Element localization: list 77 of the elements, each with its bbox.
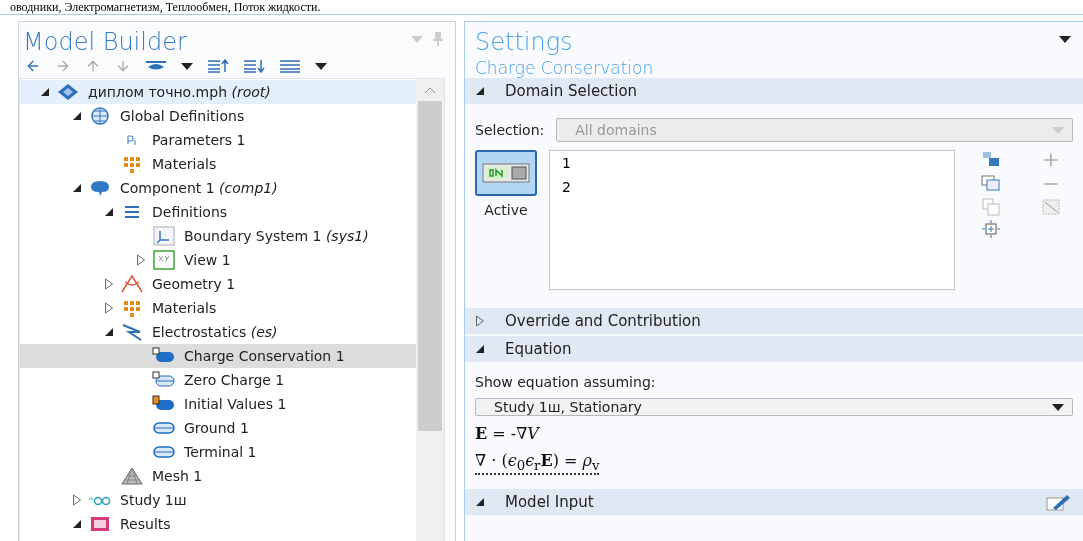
section-header[interactable]: Equation	[465, 336, 1083, 362]
collapse-icon[interactable]	[475, 86, 485, 96]
panel-menu-icon[interactable]	[1059, 35, 1071, 43]
switch-icon	[482, 163, 530, 183]
section-header[interactable]: Override and Contribution	[465, 308, 1083, 334]
results-icon	[88, 514, 112, 534]
equation: ∇ · (ϵ$_{0}$ϵ$_{r}$E) = ρ$_{v}$	[475, 451, 600, 476]
edit-table-icon[interactable]	[1045, 492, 1071, 513]
collapse-icon[interactable]	[72, 183, 82, 193]
collapse-icon[interactable]	[104, 207, 114, 217]
section-header[interactable]: Model Input	[465, 489, 1083, 516]
tree-item[interactable]: Mesh 1	[20, 464, 416, 488]
collapse-icon[interactable]	[475, 344, 485, 354]
tree-item[interactable]: Terminal 1	[20, 440, 416, 464]
collapse-icon[interactable]	[72, 111, 82, 121]
tree-item[interactable]: диплом точно.mph (root)	[20, 80, 416, 104]
tree-item[interactable]: Electrostatics (es)	[20, 320, 416, 344]
panel-title: Model Builder	[22, 27, 187, 56]
tree-item[interactable]: Global Definitions	[20, 104, 416, 128]
cube-icon	[56, 82, 80, 102]
tree-item[interactable]: Initial Values 1	[20, 392, 416, 416]
dropdown-icon[interactable]	[315, 62, 327, 70]
tree-item[interactable]: Results	[20, 512, 416, 536]
list-entry[interactable]: 2	[562, 179, 942, 199]
expand-icon[interactable]	[104, 278, 114, 290]
domain-icon	[152, 370, 176, 390]
equation: E = -∇V	[475, 424, 541, 443]
back-icon[interactable]	[25, 58, 41, 74]
tree-item[interactable]: Materials	[20, 296, 416, 320]
collapse-icon[interactable]	[104, 327, 114, 337]
list-view-icon[interactable]	[279, 59, 301, 73]
expand-all-icon[interactable]	[243, 59, 265, 73]
selection-label: Selection:	[475, 122, 545, 138]
paste-icon[interactable]	[981, 150, 1001, 168]
panel-subtitle: Charge Conservation	[474, 57, 655, 78]
mesh-icon	[120, 466, 144, 486]
tree-item[interactable]: Materials	[20, 152, 416, 176]
eye-icon[interactable]	[145, 60, 167, 72]
expand-icon[interactable]	[136, 254, 146, 266]
expand-icon[interactable]	[475, 315, 485, 327]
tree-item[interactable]: Definitions	[20, 200, 416, 224]
copy-icon[interactable]	[981, 174, 1001, 192]
scrollbar[interactable]	[416, 79, 444, 541]
tree-item[interactable]: Component 1 (comp1)	[20, 176, 416, 200]
active-toggle[interactable]	[475, 150, 537, 196]
collapse-icon[interactable]	[40, 87, 50, 97]
collapse-icon[interactable]	[475, 497, 485, 508]
tree-item[interactable]: Parameters 1	[20, 128, 416, 152]
scroll-up-icon[interactable]	[424, 86, 436, 94]
zoom-selection-icon[interactable]	[981, 220, 1001, 238]
axes-icon	[152, 226, 176, 246]
tree-item[interactable]: Geometry 1	[20, 272, 416, 296]
tree-item[interactable]: Charge Conservation 1	[20, 344, 416, 368]
active-label: Active	[484, 202, 528, 218]
selection-list[interactable]: 1 2	[549, 150, 955, 290]
tree-item[interactable]: Ground 1	[20, 416, 416, 440]
globe-icon	[88, 106, 112, 126]
document-text: оводники, Электромагнетизм, Теплообмен, Поток жидкости.	[0, 0, 1083, 15]
tree-item[interactable]: View 1	[20, 248, 416, 272]
tree-item[interactable]: Boundary System 1 (sys1)	[20, 224, 416, 248]
dropdown-icon[interactable]	[1052, 403, 1064, 411]
expand-icon[interactable]	[72, 494, 82, 506]
component-icon	[88, 178, 112, 198]
list-entry[interactable]: 1	[562, 155, 942, 175]
dropdown-icon[interactable]	[181, 62, 193, 70]
expand-icon[interactable]	[104, 302, 114, 314]
equation-assumption-label: Show equation assuming:	[475, 374, 657, 390]
lightning-icon	[120, 322, 144, 342]
tree-item[interactable]: Zero Charge 1	[20, 368, 416, 392]
study-dropdown[interactable]: Study 1ш, Stationary	[475, 398, 1073, 416]
view-icon	[152, 250, 176, 270]
tree-item[interactable]: Study 1ш	[20, 488, 416, 512]
panel-title: Settings	[474, 27, 573, 56]
collapse-icon[interactable]	[72, 519, 82, 529]
section-header[interactable]: Domain Selection	[465, 78, 1083, 104]
collapse-all-icon[interactable]	[207, 59, 229, 73]
geometry-icon	[120, 274, 144, 294]
